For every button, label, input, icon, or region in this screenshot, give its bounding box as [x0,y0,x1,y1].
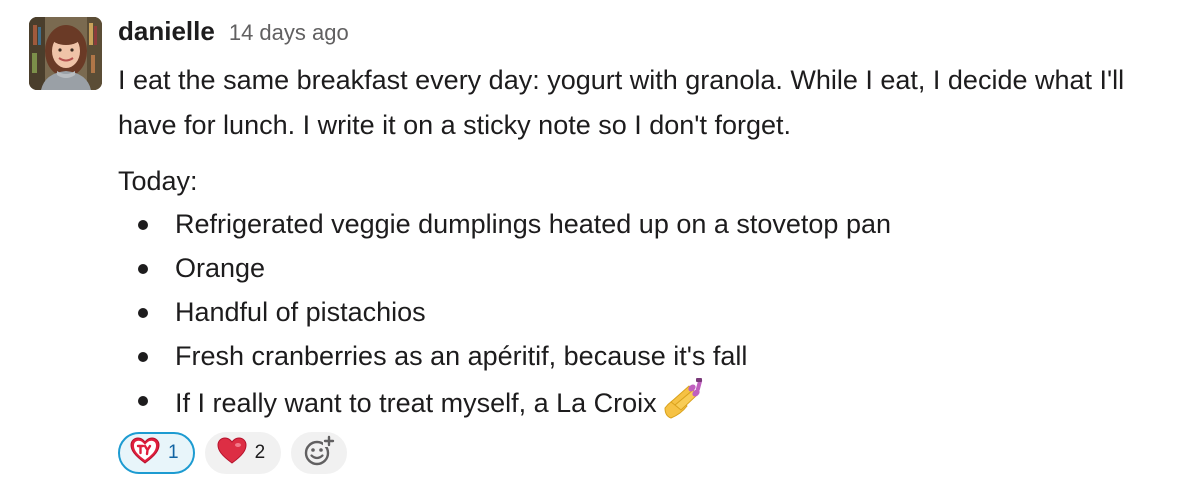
message-body: I eat the same breakfast every day: yogu… [118,58,1158,422]
message-paragraph: I eat the same breakfast every day: yogu… [118,65,1125,140]
ty-heart-icon [130,436,160,470]
reaction-count: 2 [254,442,266,463]
list-item-text: Fresh cranberries as an apéritif, becaus… [175,341,748,371]
message-header: danielle 14 days ago [118,16,349,50]
list-item: Orange [118,246,1158,290]
list-item-text: Orange [175,253,266,283]
list-item-text: Refrigerated veggie dumplings heated up … [175,209,892,239]
reaction-red-heart[interactable]: 2 [204,432,282,474]
list-item: Fresh cranberries as an apéritif, becaus… [118,334,1158,378]
red-heart-icon [217,436,247,470]
timestamp[interactable]: 14 days ago [229,20,349,46]
list-item-text: If I really want to treat myself, a La C… [175,388,657,418]
reaction-ty-heart[interactable]: 1 [118,432,195,474]
add-emoji-icon [303,434,336,472]
list-item-text: Handful of pistachios [175,297,426,327]
list-item: Handful of pistachios [118,290,1158,334]
lunch-list: Refrigerated veggie dumplings heated up … [118,202,1158,422]
reactions-bar: 1 2 [118,432,348,474]
reaction-count: 1 [168,442,179,463]
nail-polish-icon [663,378,705,433]
list-title: Today: [118,166,198,196]
list-item: If I really want to treat myself, a La C… [118,378,1158,422]
add-reaction-button[interactable] [291,432,348,474]
avatar[interactable] [29,17,102,90]
author-name[interactable]: danielle [118,16,215,47]
list-item: Refrigerated veggie dumplings heated up … [118,202,1158,246]
